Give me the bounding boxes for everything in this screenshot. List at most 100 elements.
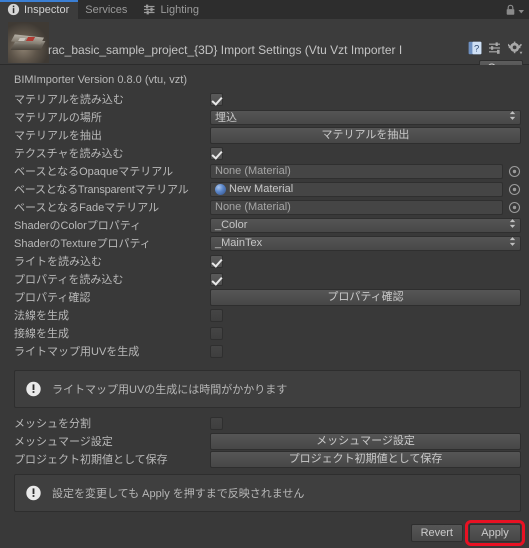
check-properties-button[interactable]: プロパティ確認 — [210, 288, 521, 306]
object-picker-icon-base-opaque[interactable] — [508, 165, 521, 178]
label-shader-texture-property: ShaderのTextureプロパティ — [14, 238, 151, 250]
info-box-lightmap-uv-text: ライトマップ用UVの生成には時間がかかります — [52, 384, 288, 396]
row-base-fade-material: ベースとなるFadeマテリアル None (Material) — [0, 198, 529, 216]
info-box-apply-reminder: 設定を変更しても Apply を押すまで反映されません — [14, 474, 521, 512]
info-box-lightmap-uv: ライトマップ用UVの生成には時間がかかります — [14, 370, 521, 408]
chevron-updown-icon — [509, 111, 516, 124]
row-save-as-project-default: プロジェクト初期値として保存 プロジェクト初期値として保存 — [0, 450, 529, 468]
preset-icon[interactable] — [488, 41, 502, 58]
checkbox-import-properties[interactable] — [210, 272, 223, 286]
label-import-textures: テクスチャを読み込む — [14, 148, 124, 160]
row-generate-lightmap-uv: ライトマップ用UVを生成 — [0, 342, 529, 360]
page-title: rac_basic_sample_project_{3D} Import Set… — [48, 43, 403, 57]
lighting-sliders-icon — [143, 3, 156, 16]
tab-menu-caret-icon[interactable] — [518, 6, 525, 14]
checkbox-generate-lightmap-uv[interactable] — [210, 344, 223, 358]
row-material-location: マテリアルの場所 埋込 — [0, 108, 529, 126]
model-preview-thumbnail — [8, 22, 49, 63]
checkbox-import-materials[interactable] — [210, 92, 223, 106]
svg-text:?: ? — [474, 44, 479, 55]
label-split-mesh: メッシュを分割 — [14, 418, 91, 430]
object-picker-icon-base-transparent[interactable] — [508, 183, 521, 196]
objectfield-base-transparent-material-value: New Material — [229, 183, 294, 195]
row-shader-color-property: ShaderのColorプロパティ _Color — [0, 216, 529, 234]
apply-button[interactable]: Apply — [465, 520, 525, 546]
material-sphere-icon — [215, 183, 226, 195]
objectfield-base-opaque-material[interactable]: None (Material) — [210, 163, 503, 179]
objectfield-base-fade-material[interactable]: None (Material) — [210, 199, 503, 215]
label-base-fade-material: ベースとなるFadeマテリアル — [14, 202, 160, 214]
dropdown-shader-color-property-value: _Color — [215, 219, 248, 231]
footer-actions: Revert Apply — [0, 518, 529, 548]
object-picker-icon-base-fade[interactable] — [508, 201, 521, 214]
row-import-textures: テクスチャを読み込む — [0, 144, 529, 162]
objectfield-base-transparent-material[interactable]: New Material — [210, 181, 503, 197]
warning-exclamation-icon — [25, 381, 42, 398]
version-label: BIMImporter Version 0.8.0 (vtu, vzt) — [14, 74, 188, 86]
mesh-merge-settings-button[interactable]: メッシュマージ設定 — [210, 432, 521, 450]
save-as-project-default-button[interactable]: プロジェクト初期値として保存 — [210, 450, 521, 468]
dropdown-shader-texture-property-value: _MainTex — [215, 237, 263, 249]
row-shader-texture-property: ShaderのTextureプロパティ _MainTex — [0, 234, 529, 252]
tab-bar-controls — [505, 0, 529, 19]
label-check-properties: プロパティ確認 — [14, 292, 91, 304]
objectfield-base-opaque-material-value: None (Material) — [215, 165, 291, 177]
row-import-materials: マテリアルを読み込む — [0, 90, 529, 108]
row-extract-materials: マテリアルを抽出 マテリアルを抽出 — [0, 126, 529, 144]
tab-lighting-label: Lighting — [160, 3, 199, 16]
label-material-location: マテリアルの場所 — [14, 112, 102, 124]
tab-services[interactable]: Services — [78, 0, 136, 19]
row-base-opaque-material: ベースとなるOpaqueマテリアル None (Material) — [0, 162, 529, 180]
asset-header: rac_basic_sample_project_{3D} Import Set… — [0, 19, 529, 76]
dropdown-shader-color-property[interactable]: _Color — [210, 217, 521, 233]
chevron-updown-icon — [509, 237, 516, 250]
row-generate-tangents: 接線を生成 — [0, 324, 529, 342]
objectfield-base-fade-material-value: None (Material) — [215, 201, 291, 213]
label-extract-materials: マテリアルを抽出 — [14, 130, 102, 142]
inspector-window: Inspector Services Lighting rac_basic_sa… — [0, 0, 529, 548]
dropdown-shader-texture-property[interactable]: _MainTex — [210, 235, 521, 251]
tab-services-label: Services — [85, 3, 128, 16]
label-generate-tangents: 接線を生成 — [14, 328, 69, 340]
tab-inspector-label: Inspector — [24, 3, 70, 16]
header-icon-group: ? — [468, 41, 523, 58]
tab-lighting[interactable]: Lighting — [136, 0, 208, 19]
label-generate-lightmap-uv: ライトマップ用UVを生成 — [14, 346, 140, 358]
row-base-transparent-material: ベースとなるTransparentマテリアル New Material — [0, 180, 529, 198]
checkbox-import-lights[interactable] — [210, 254, 223, 268]
revert-button[interactable]: Revert — [410, 524, 463, 542]
row-mesh-merge-settings: メッシュマージ設定 メッシュマージ設定 — [0, 432, 529, 450]
row-import-lights: ライトを読み込む — [0, 252, 529, 270]
checkbox-import-textures[interactable] — [210, 146, 223, 160]
label-base-opaque-material: ベースとなるOpaqueマテリアル — [14, 166, 174, 178]
lock-icon[interactable] — [505, 4, 516, 16]
label-mesh-merge-settings: メッシュマージ設定 — [14, 436, 113, 448]
label-import-materials: マテリアルを読み込む — [14, 94, 124, 106]
row-split-mesh: メッシュを分割 — [0, 414, 529, 432]
gear-icon[interactable] — [507, 41, 523, 58]
label-base-transparent-material: ベースとなるTransparentマテリアル — [14, 184, 189, 196]
dropdown-material-location[interactable]: 埋込 — [210, 109, 521, 125]
row-import-properties: プロパティを読み込む — [0, 270, 529, 288]
info-circle-icon — [7, 3, 20, 16]
chevron-updown-icon — [509, 219, 516, 232]
warning-exclamation-icon — [25, 485, 42, 502]
checkbox-split-mesh[interactable] — [210, 416, 223, 430]
tab-inspector[interactable]: Inspector — [0, 0, 79, 19]
row-check-properties: プロパティ確認 プロパティ確認 — [0, 288, 529, 306]
extract-materials-button[interactable]: マテリアルを抽出 — [210, 126, 521, 144]
tab-bar: Inspector Services Lighting — [0, 0, 529, 19]
dropdown-material-location-value: 埋込 — [215, 112, 237, 124]
checkbox-generate-tangents[interactable] — [210, 326, 223, 340]
label-import-properties: プロパティを読み込む — [14, 274, 124, 286]
checkbox-generate-normals[interactable] — [210, 308, 223, 322]
help-book-icon[interactable]: ? — [468, 41, 482, 58]
label-generate-normals: 法線を生成 — [14, 310, 69, 322]
info-box-apply-reminder-text: 設定を変更しても Apply を押すまで反映されません — [52, 488, 305, 500]
label-save-as-project-default: プロジェクト初期値として保存 — [14, 454, 168, 466]
inspector-body: BIMImporter Version 0.8.0 (vtu, vzt) マテリ… — [0, 65, 529, 518]
label-shader-color-property: ShaderのColorプロパティ — [14, 220, 142, 232]
label-import-lights: ライトを読み込む — [14, 256, 102, 268]
row-generate-normals: 法線を生成 — [0, 306, 529, 324]
